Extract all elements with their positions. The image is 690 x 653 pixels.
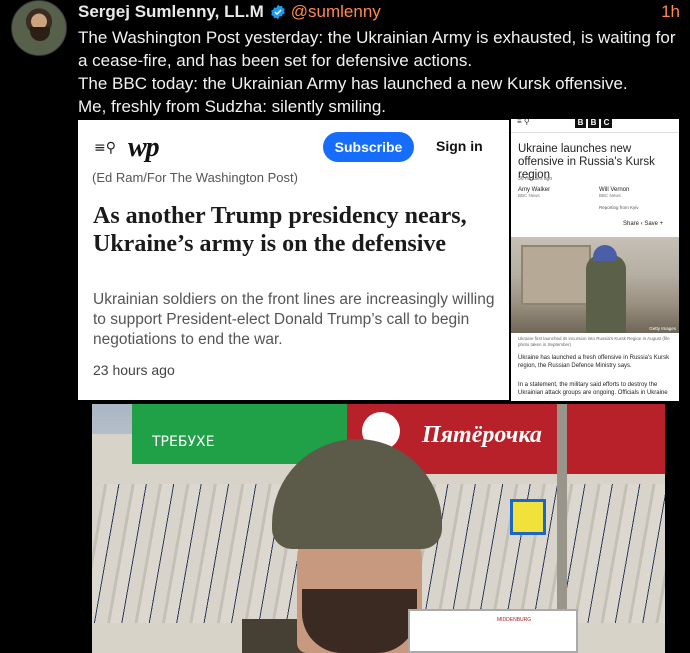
share-save-controls: Share ‹ Save + [623,221,664,227]
attached-photo[interactable]: ТРЕБУХЕ Пятёрочка MIDDENBURG [92,404,665,653]
reporting-location: Reporting from Kyiv [599,205,639,210]
image-soldier [586,255,626,333]
green-sign-text: ТРЕБУХЕ [152,434,215,450]
author-org: BBC News [599,193,621,198]
avatar-beard [30,27,50,41]
verified-badge-icon [270,4,285,20]
wapo-screenshot[interactable]: ≡⚲ wp Subscribe Sign in (Ed Ram/For The … [78,120,509,400]
image-helmet [593,245,617,261]
tweet-line-2: The BBC today: the Ukrainian Army has la… [78,74,628,93]
menu-search-icon: ≡⚲ [94,140,116,156]
wapo-dek: Ukrainian soldiers on the front lines ar… [93,291,495,348]
bbc-article-image: Getty Images [511,237,679,333]
image-credit: Getty Images [649,326,676,331]
divider [511,132,679,133]
bbc-paragraph-2: In a statement, the military said effort… [518,382,668,396]
wapo-logo: wp [128,132,160,163]
author-org: BBC News [518,193,540,198]
post-time[interactable]: 1h [661,2,680,22]
author-name[interactable]: Sergej Sumlenny, LL.M [78,2,264,22]
author-handle[interactable]: @sumlenny [291,2,381,22]
bbc-paragraph-1: Ukraine has launched a fresh offensive i… [518,355,670,369]
person-beard [302,589,417,653]
wapo-headline: As another Trump presidency nears, Ukrai… [93,203,467,257]
bbc-screenshot[interactable]: ≡ ⚲ B B C Ukraine launches new offensive… [511,119,679,401]
bbc-logo: B B C [575,119,612,128]
image-wall [521,245,591,305]
bbc-logo-letter: C [601,119,612,128]
author-avatar[interactable] [11,0,67,56]
sign-in-link: Sign in [436,138,483,154]
image-caption: Ukraine first launched its incursion int… [518,336,670,347]
wapo-navbar: ≡⚲ wp Subscribe Sign in [78,120,509,172]
held-box [408,609,578,653]
bbc-timestamp: 36 minutes ago [518,176,553,182]
bbc-logo-letter: B [575,119,586,128]
bbc-menu-search-icon: ≡ ⚲ [517,119,530,126]
bbc-author-2: Will Vernon BBC News [599,187,629,198]
photo-credit: (Ed Ram/For The Washington Post) [92,170,298,185]
bbc-logo-letter: B [588,119,599,128]
wapo-timestamp: 23 hours ago [93,362,175,378]
tweet-text: The Washington Post yesterday: the Ukrai… [78,26,678,118]
tweet-header: Sergej Sumlenny, LL.M @sumlenny [78,2,381,22]
tweet-line-3: Me, freshly from Sudzha: silently smilin… [78,97,386,116]
bbc-author-1: Amy Walker BBC News [518,187,550,198]
box-brand: MIDDENBURG [497,617,532,623]
subscribe-button: Subscribe [323,132,414,162]
pedestrian-crossing-sign-icon [510,499,546,535]
store-name: Пятёрочка [422,422,542,448]
tweet-line-1: The Washington Post yesterday: the Ukrai… [78,28,676,70]
